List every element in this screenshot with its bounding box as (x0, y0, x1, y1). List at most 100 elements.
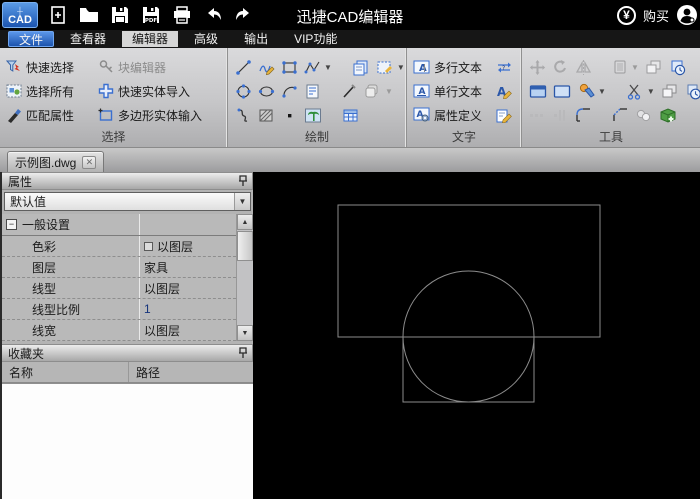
timed-copy-icon[interactable] (668, 59, 686, 76)
buy-button[interactable]: 购买 (643, 6, 669, 25)
properties-scrollbar[interactable]: ▲ ▼ (236, 214, 253, 341)
property-row-linetype-scale[interactable]: 线型比例 1 (2, 299, 236, 320)
scrollbar-thumb[interactable] (237, 231, 253, 261)
property-row-linetype[interactable]: 线型 以图层 (2, 278, 236, 299)
new-file-button[interactable] (44, 2, 71, 28)
find-text-icon[interactable]: ? (496, 55, 512, 79)
polygon-entity-input-button[interactable]: 多边形实体输入 (98, 103, 202, 127)
copy-disabled-icon[interactable] (645, 59, 662, 75)
mirror-icon[interactable] (575, 59, 592, 76)
menu-editor[interactable]: 编辑器 (122, 31, 179, 47)
table-icon[interactable] (342, 107, 359, 124)
add-to-block-icon[interactable] (659, 107, 677, 123)
scroll-down-icon[interactable]: ▼ (237, 325, 253, 341)
singleline-text-button[interactable]: A 单行文本 (413, 79, 482, 103)
scroll-up-icon[interactable]: ▲ (237, 214, 253, 230)
open-file-button[interactable] (75, 2, 102, 28)
circle-icon[interactable] (235, 83, 252, 100)
main-area: 属性 默认值 ▼ − 一般设置 色彩 以图层 图层 家具 线型 以图层 线型比例… (0, 172, 700, 499)
cad-shape-rect[interactable] (402, 336, 535, 403)
menu-file[interactable]: 文件 (8, 31, 55, 47)
menu-vip[interactable]: VIP功能 (284, 31, 347, 47)
spline-icon[interactable] (235, 107, 252, 124)
erase-icon[interactable] (577, 83, 595, 100)
save-button[interactable] (106, 2, 133, 28)
trim-dropdown-icon[interactable]: ▼ (647, 87, 655, 96)
property-value: 家具 (144, 260, 169, 275)
hatch-icon[interactable] (258, 107, 275, 124)
favorites-col-name[interactable]: 名称 (2, 362, 129, 382)
redo-button[interactable] (230, 2, 257, 28)
favorites-list[interactable] (2, 383, 253, 499)
section-row[interactable]: − 一般设置 (2, 214, 236, 236)
quick-entity-import-button[interactable]: 快速实体导入 (98, 79, 202, 103)
pin-icon[interactable] (238, 175, 248, 187)
hatch-needle-icon[interactable] (341, 83, 358, 100)
line-icon[interactable] (235, 59, 252, 76)
preset-selector[interactable]: 默认值 ▼ (4, 192, 251, 211)
user-account-icon[interactable] (676, 4, 698, 26)
attribute-definition-label: 属性定义 (434, 108, 483, 123)
rectangle-icon[interactable] (281, 59, 298, 76)
print-button[interactable] (168, 2, 195, 28)
property-row-lineweight[interactable]: 线宽 以图层 (2, 320, 236, 341)
property-row-color[interactable]: 色彩 以图层 (2, 236, 236, 257)
block-array-icon[interactable] (612, 59, 628, 75)
image-icon[interactable] (304, 107, 322, 124)
arc-icon[interactable] (281, 83, 298, 100)
multiline-text-button[interactable]: A 多行文本 (413, 55, 482, 79)
point-icon[interactable] (281, 107, 298, 124)
block-array-dropdown-icon[interactable]: ▼ (631, 63, 639, 72)
left-panel: 属性 默认值 ▼ − 一般设置 色彩 以图层 图层 家具 线型 以图层 线型比例… (0, 172, 253, 499)
match-properties-button[interactable]: 匹配属性 (6, 103, 74, 127)
history-icon[interactable] (684, 83, 700, 100)
group-icon[interactable] (635, 108, 653, 123)
menu-viewer[interactable]: 查看器 (60, 31, 116, 47)
tab-example-dwg[interactable]: 示例图.dwg ✕ (7, 151, 105, 172)
block-editor-button[interactable]: 块编辑器 (98, 55, 202, 79)
fillet-icon[interactable] (575, 107, 592, 123)
polyline-icon[interactable] (304, 59, 321, 76)
copy-icon[interactable] (661, 83, 678, 99)
favorites-col-path[interactable]: 路径 (129, 364, 160, 381)
save-as-pdf-button[interactable]: PDF (137, 2, 164, 28)
undo-button[interactable] (199, 2, 226, 28)
chamfer-icon[interactable] (612, 107, 629, 123)
singleline-text-icon: A (413, 83, 430, 99)
array-icon[interactable] (529, 109, 546, 122)
properties-grid: − 一般设置 色彩 以图层 图层 家具 线型 以图层 线型比例 1 线宽 以图层… (2, 214, 253, 341)
wipeout-dropdown-icon[interactable]: ▼ (385, 87, 393, 96)
edit-text-icon[interactable] (496, 103, 512, 127)
attribute-definition-icon: A (413, 107, 430, 123)
pin-icon[interactable] (238, 347, 248, 359)
app-logo[interactable]: ┼ CAD (2, 2, 38, 28)
menu-output[interactable]: 输出 (234, 31, 278, 47)
tab-close-icon[interactable]: ✕ (82, 155, 97, 169)
polyline-dropdown-icon[interactable]: ▼ (324, 63, 332, 72)
menu-advanced[interactable]: 高级 (184, 31, 228, 47)
collapse-icon[interactable]: − (6, 219, 17, 230)
property-value: 以图层 (144, 323, 181, 338)
insert-block-icon[interactable] (352, 59, 370, 76)
trim-icon[interactable] (626, 83, 644, 100)
block-insert-icon[interactable] (553, 84, 571, 99)
move-icon[interactable] (529, 59, 546, 76)
revision-note-icon[interactable] (304, 83, 321, 100)
region-dropdown-icon[interactable]: ▼ (397, 63, 405, 72)
region-icon[interactable] (376, 59, 394, 76)
sketch-icon[interactable] (258, 59, 275, 76)
text-style-icon[interactable]: A (496, 79, 512, 103)
rotate-icon[interactable] (552, 59, 569, 76)
drawing-canvas[interactable] (253, 172, 700, 499)
block-create-icon[interactable] (529, 84, 547, 99)
ellipse-icon[interactable] (258, 83, 275, 100)
property-row-layer[interactable]: 图层 家具 (2, 257, 236, 278)
select-all-button[interactable]: 选择所有 (6, 79, 74, 103)
chevron-down-icon[interactable]: ▼ (234, 193, 250, 210)
erase-dropdown-icon[interactable]: ▼ (598, 87, 606, 96)
menu-bar: 文件 查看器 编辑器 高级 输出 VIP功能 (0, 30, 700, 48)
offset-icon[interactable] (552, 108, 569, 123)
quick-select-button[interactable]: 快速选择 (6, 55, 74, 79)
attribute-definition-button[interactable]: A 属性定义 (413, 103, 482, 127)
wipeout-icon[interactable] (364, 83, 382, 100)
